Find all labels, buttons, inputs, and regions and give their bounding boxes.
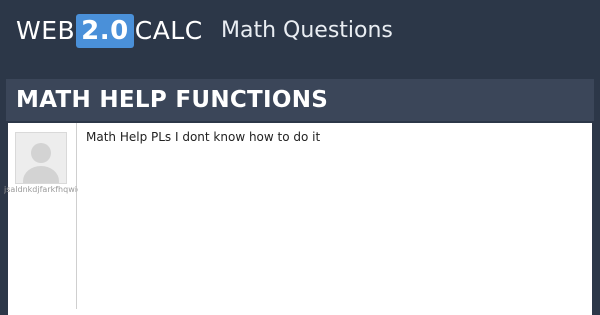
author-column: jsaldnkdjfarkfhqwio3r [4, 123, 78, 309]
question-body: Math Help PLs I dont know how to do it [86, 130, 321, 144]
question-title: MATH HELP FUNCTIONS [16, 87, 329, 113]
question-content: jsaldnkdjfarkfhqwio3r Math Help PLs I do… [4, 123, 592, 315]
logo-prefix: WEB [16, 16, 76, 45]
page: WEB 2.0 CALC Math Questions MATH HELP FU… [0, 0, 600, 315]
section-title[interactable]: Math Questions [221, 11, 393, 51]
avatar-body [23, 166, 59, 183]
logo-version-badge: 2.0 [76, 14, 134, 48]
author-username[interactable]: jsaldnkdjfarkfhqwio3r [4, 185, 78, 194]
site-logo[interactable]: WEB 2.0 CALC [16, 11, 203, 51]
default-user-avatar-icon[interactable] [15, 132, 67, 184]
logo-suffix: CALC [134, 16, 203, 45]
site-header: WEB 2.0 CALC Math Questions [0, 0, 600, 62]
avatar-head [31, 143, 51, 163]
question-title-banner: MATH HELP FUNCTIONS [6, 79, 594, 121]
